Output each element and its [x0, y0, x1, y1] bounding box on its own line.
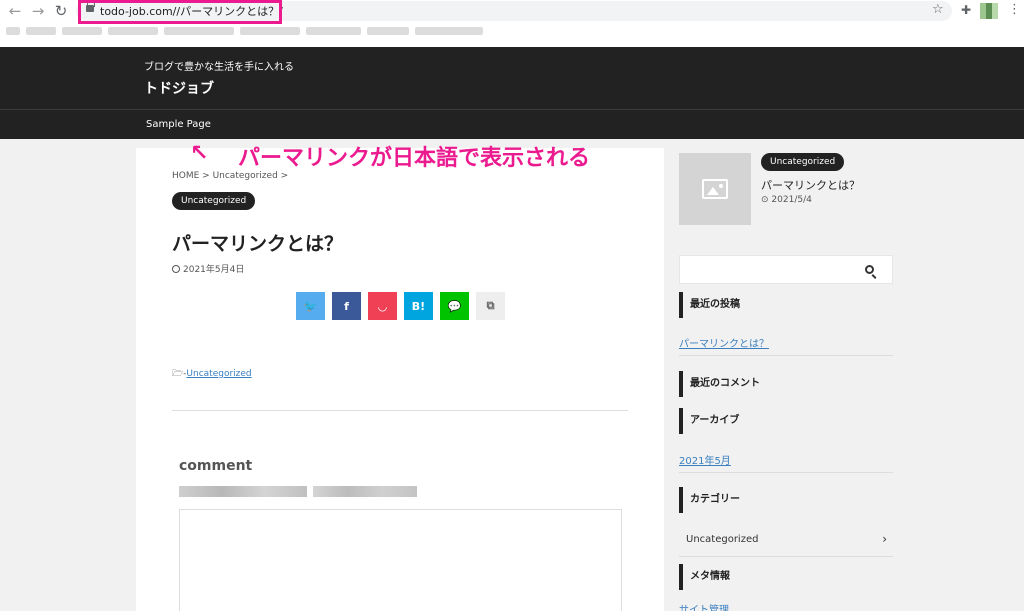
bookmark-item[interactable]	[108, 27, 158, 35]
extensions-icon[interactable]: ✚	[961, 3, 971, 17]
category-item-label: Uncategorized	[686, 534, 759, 545]
reload-icon[interactable]: ↻	[52, 3, 70, 19]
bookmarks-bar	[6, 27, 566, 37]
comment-textarea[interactable]	[179, 509, 622, 611]
url-highlight-box	[78, 0, 282, 24]
bookmark-star-icon[interactable]: ☆	[932, 2, 944, 17]
post-category-link[interactable]: Uncategorized	[186, 369, 251, 379]
sidebar-category-chip[interactable]: Uncategorized	[761, 153, 845, 171]
browser-chrome: ← → ↻ todo-job.com//パーマリンクとは？/ ☆ ✚ ⋮	[0, 0, 1024, 47]
search-icon[interactable]	[865, 265, 874, 274]
post-date-text: 2021年5月4日	[183, 265, 245, 275]
sidebar-post-title[interactable]: パーマリンクとは？	[761, 177, 860, 193]
pocket-icon: ◡	[378, 299, 387, 313]
share-buttons: 🐦 f ◡ B! 💬 ⧉	[296, 292, 505, 320]
meta-link[interactable]: サイト管理	[679, 601, 729, 611]
line-share-button[interactable]: 💬	[440, 292, 469, 320]
breadcrumb[interactable]: HOME > Uncategorized >	[172, 171, 288, 181]
blurred-text	[179, 486, 307, 497]
widget-heading-archives: アーカイブ	[679, 408, 893, 434]
bookmark-item[interactable]	[62, 27, 102, 35]
copy-link-button[interactable]: ⧉	[476, 292, 505, 320]
clock-icon	[172, 265, 180, 273]
bookmark-item[interactable]	[26, 27, 56, 35]
divider	[679, 556, 893, 557]
widget-heading-categories: カテゴリー	[679, 487, 893, 513]
divider	[679, 355, 893, 356]
recent-post-link[interactable]: パーマリンクとは？	[679, 335, 769, 350]
twitter-share-button[interactable]: 🐦	[296, 292, 325, 320]
post-category: 🗁-Uncategorized	[172, 366, 252, 382]
profile-avatar[interactable]	[980, 3, 998, 19]
site-title[interactable]: トドジョブ	[144, 78, 214, 98]
bookmark-item[interactable]	[306, 27, 361, 35]
hatena-share-button[interactable]: B!	[404, 292, 433, 320]
forward-arrow-icon[interactable]: →	[29, 3, 47, 19]
global-nav: Sample Page	[0, 109, 1024, 139]
divider	[679, 472, 893, 473]
search-input[interactable]	[679, 255, 893, 284]
back-arrow-icon[interactable]: ←	[6, 3, 24, 19]
site-tagline: ブログで豊かな生活を手に入れる	[144, 62, 294, 73]
facebook-icon: f	[344, 299, 349, 313]
image-placeholder-icon	[702, 179, 728, 199]
bookmark-item[interactable]	[164, 27, 234, 35]
site-header: ブログで豊かな生活を手に入れる トドジョブ	[0, 47, 1024, 109]
archive-link[interactable]: 2021年5月	[679, 452, 731, 467]
clock-icon: ⊙	[761, 195, 769, 205]
post-date: 2021年5月4日	[172, 262, 244, 275]
category-chip[interactable]: Uncategorized	[172, 192, 256, 210]
blurred-text	[313, 486, 417, 497]
page-title: パーマリンクとは？	[172, 233, 344, 255]
bookmark-item[interactable]	[415, 27, 483, 35]
annotation-arrow-icon: ↖	[190, 141, 209, 166]
post-thumbnail[interactable]	[679, 153, 751, 225]
line-icon: 💬	[447, 299, 462, 313]
bookmark-item[interactable]	[240, 27, 300, 35]
nav-item-sample-page[interactable]: Sample Page	[146, 119, 211, 130]
chevron-right-icon: ›	[882, 532, 887, 546]
twitter-icon: 🐦	[303, 299, 318, 313]
widget-heading-recent-posts: 最近の投稿	[679, 292, 893, 318]
annotation-text: パーマリンクが日本語で表示される	[238, 146, 591, 171]
widget-heading-meta: メタ情報	[679, 564, 893, 590]
facebook-share-button[interactable]: f	[332, 292, 361, 320]
category-list-item[interactable]: Uncategorized ›	[679, 528, 893, 554]
divider	[172, 410, 628, 411]
widget-heading-recent-comments: 最近のコメント	[679, 371, 893, 397]
hatena-icon: B!	[411, 299, 426, 313]
browser-menu-icon[interactable]: ⋮	[1008, 2, 1021, 17]
copy-icon: ⧉	[486, 299, 495, 312]
folder-icon: 🗁-	[172, 369, 187, 379]
bookmark-item[interactable]	[367, 27, 409, 35]
comment-heading: comment	[179, 458, 253, 474]
sidebar-post-date: ⊙ 2021/5/4	[761, 195, 812, 205]
bookmark-item[interactable]	[6, 27, 20, 35]
pocket-share-button[interactable]: ◡	[368, 292, 397, 320]
sidebar-post-date-text: 2021/5/4	[771, 195, 812, 205]
